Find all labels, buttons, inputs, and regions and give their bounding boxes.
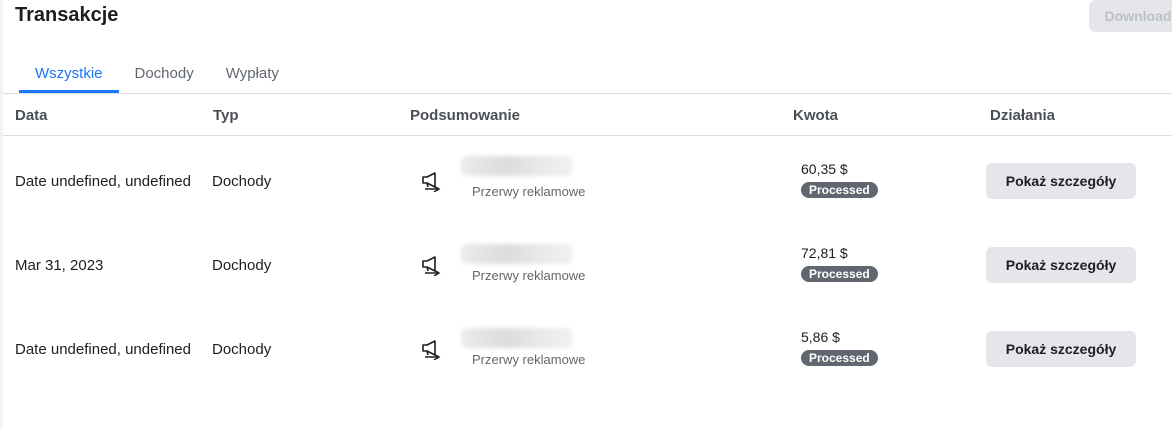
column-header-amount: Kwota (793, 107, 838, 124)
row-summary-subtitle: Przerwy reklamowe (472, 268, 586, 283)
row-summary-subtitle: Przerwy reklamowe (472, 184, 586, 199)
table-header: Data Typ Podsumowanie Kwota Działania (0, 94, 1172, 136)
column-header-summary: Podsumowanie (410, 107, 521, 124)
tab-payouts[interactable]: Wypłaty (210, 57, 295, 93)
status-badge: Processed (801, 182, 878, 198)
tab-bar: Wszystkie Dochody Wypłaty (19, 57, 295, 93)
page-title: Transakcje (15, 4, 119, 26)
row-amount: 5,86 $ (801, 329, 840, 345)
download-button[interactable]: Download (1089, 0, 1172, 32)
row-type: Dochody (212, 173, 272, 190)
megaphone-icon (422, 172, 441, 192)
redacted-summary-title (461, 244, 573, 264)
status-badge: Processed (801, 266, 878, 282)
row-date: Date undefined, undefined (15, 341, 191, 358)
row-type: Dochody (212, 341, 272, 358)
redacted-summary-title (461, 156, 573, 176)
megaphone-icon (422, 256, 441, 276)
redacted-summary-title (461, 328, 573, 348)
row-amount: 72,81 $ (801, 245, 848, 261)
tab-income[interactable]: Dochody (119, 57, 210, 93)
header-divider (3, 135, 1172, 136)
table-row: Date undefined, undefined Dochody Przerw… (0, 307, 1172, 391)
row-date: Mar 31, 2023 (15, 257, 104, 274)
tab-all[interactable]: Wszystkie (19, 57, 119, 93)
megaphone-icon (422, 340, 441, 360)
show-details-button[interactable]: Pokaż szczegóły (986, 163, 1136, 199)
status-badge: Processed (801, 350, 878, 366)
row-summary-subtitle: Przerwy reklamowe (472, 352, 586, 367)
table-row: Mar 31, 2023 Dochody Przerwy reklamowe 7… (0, 223, 1172, 307)
row-amount: 60,35 $ (801, 161, 848, 177)
row-date: Date undefined, undefined (15, 173, 191, 190)
column-header-actions: Działania (990, 107, 1056, 124)
table-row: Date undefined, undefined Dochody Przerw… (0, 139, 1172, 223)
show-details-button[interactable]: Pokaż szczegóły (986, 247, 1136, 283)
column-header-type: Typ (213, 107, 239, 124)
column-header-date: Data (15, 107, 48, 124)
row-type: Dochody (212, 257, 272, 274)
show-details-button[interactable]: Pokaż szczegóły (986, 331, 1136, 367)
